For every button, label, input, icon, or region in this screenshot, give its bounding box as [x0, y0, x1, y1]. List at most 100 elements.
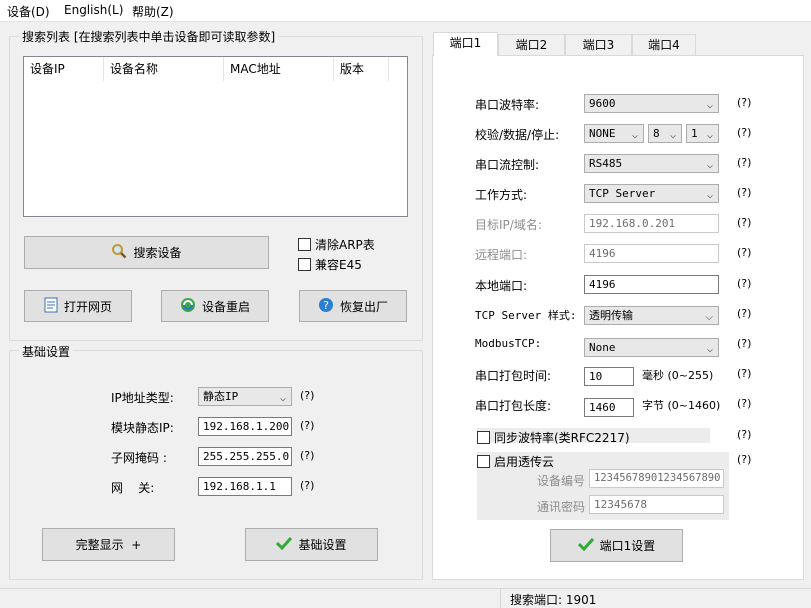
svg-text:?: ?	[323, 299, 329, 312]
column-device-ip[interactable]: 设备IP	[24, 57, 104, 81]
ip-type-help[interactable]: (?)	[300, 389, 314, 402]
stop-bits-select[interactable]: 1 ⌵	[686, 124, 719, 143]
parity-value: NONE	[589, 127, 616, 140]
parity-select[interactable]: NONE ⌵	[584, 124, 644, 143]
cloud-help[interactable]: (?)	[737, 453, 751, 466]
remote-port-input[interactable]: 4196	[584, 244, 719, 263]
modbus-label: ModbusTCP:	[475, 337, 542, 350]
factory-reset-label: 恢复出厂	[339, 299, 388, 314]
device-list[interactable]: 设备IP 设备名称 MAC地址 版本	[23, 56, 408, 217]
cloud-enable-box[interactable]	[477, 455, 490, 468]
refresh-icon	[180, 297, 196, 316]
target-input[interactable]: 192.168.0.201	[584, 214, 719, 233]
restart-device-button[interactable]: 设备重启	[161, 290, 269, 322]
static-ip-help[interactable]: (?)	[300, 419, 314, 432]
compat-e45-box[interactable]	[298, 258, 311, 271]
modbus-select[interactable]: None ⌵	[584, 338, 719, 357]
parity-help[interactable]: (?)	[737, 126, 751, 139]
comm-pwd-label: 通讯密码	[537, 500, 586, 514]
basic-settings-button[interactable]: 基础设置	[245, 528, 378, 561]
checkmark-icon	[276, 536, 293, 553]
help-circle-icon: ?	[318, 297, 334, 316]
gateway-input[interactable]: 192.168.1.1	[198, 477, 292, 496]
search-group-title: 搜索列表 [在搜索列表中单击设备即可读取参数]	[19, 28, 279, 45]
tab-port1[interactable]: 端口1	[433, 32, 498, 56]
clear-arp-box[interactable]	[298, 238, 311, 251]
target-help[interactable]: (?)	[737, 216, 751, 229]
baud-help[interactable]: (?)	[737, 96, 751, 109]
column-mac[interactable]: MAC地址	[224, 57, 334, 81]
column-device-name[interactable]: 设备名称	[104, 57, 224, 81]
chevron-down-icon: ⌵	[279, 393, 286, 404]
sync-baud-help[interactable]: (?)	[737, 428, 751, 441]
menu-english[interactable]: English(L)	[64, 3, 123, 17]
chevron-down-icon: ⌵	[706, 100, 713, 111]
chevron-down-icon: ⌵	[706, 160, 713, 171]
mode-select[interactable]: TCP Server ⌵	[584, 184, 719, 203]
menu-bar: 设备(D) English(L) 帮助(Z)	[0, 0, 811, 22]
factory-reset-button[interactable]: ? 恢复出厂	[299, 290, 407, 322]
gateway-label: 网 关:	[111, 481, 155, 495]
pack-len-input[interactable]: 1460	[584, 398, 634, 417]
subnet-label: 子网掩码 :	[111, 451, 167, 465]
subnet-input[interactable]: 255.255.255.0	[198, 447, 292, 466]
open-web-button[interactable]: 打开网页	[24, 290, 132, 322]
local-port-help[interactable]: (?)	[737, 277, 751, 290]
remote-port-label: 远程端口:	[475, 248, 528, 262]
sync-baud-label: 同步波特率(类RFC2217)	[494, 431, 630, 445]
pack-time-help[interactable]: (?)	[737, 367, 751, 380]
tab-port3[interactable]: 端口3	[565, 34, 632, 55]
search-port-status: 搜索端口: 1901	[510, 593, 597, 607]
restart-device-label: 设备重启	[201, 299, 250, 314]
static-ip-input[interactable]: 192.168.1.200	[198, 417, 292, 436]
menu-device[interactable]: 设备(D)	[7, 3, 50, 20]
baud-select[interactable]: 9600 ⌵	[584, 94, 719, 113]
chevron-down-icon: ⌵	[706, 190, 713, 201]
full-display-button[interactable]: 完整显示 +	[42, 528, 175, 561]
local-port-label: 本地端口:	[475, 279, 528, 293]
ip-type-select[interactable]: 静态IP ⌵	[198, 387, 292, 406]
modbus-help[interactable]: (?)	[737, 337, 751, 350]
device-no-input[interactable]: 12345678901234567890	[589, 469, 724, 488]
mode-help[interactable]: (?)	[737, 186, 751, 199]
mode-label: 工作方式:	[475, 188, 528, 202]
mode-value: TCP Server	[589, 187, 656, 200]
tcp-style-help[interactable]: (?)	[737, 307, 751, 320]
pack-time-unit: 毫秒 (0~255)	[642, 369, 714, 382]
data-bits-select[interactable]: 8 ⌵	[648, 124, 682, 143]
tab-port4[interactable]: 端口4	[632, 34, 696, 55]
menu-help[interactable]: 帮助(Z)	[132, 3, 174, 20]
compat-e45-label: 兼容E45	[315, 258, 362, 272]
sync-baud-checkbox[interactable]: 同步波特率(类RFC2217)	[477, 429, 630, 446]
local-port-input[interactable]: 4196	[584, 275, 719, 294]
tcp-style-label: TCP Server 样式:	[475, 309, 577, 322]
tab-port2[interactable]: 端口2	[498, 34, 565, 55]
clear-arp-label: 清除ARP表	[315, 238, 375, 252]
status-divider	[500, 589, 501, 608]
pack-len-unit: 字节 (0~1460)	[642, 399, 721, 412]
flow-value: RS485	[589, 157, 623, 170]
pack-len-help[interactable]: (?)	[737, 397, 751, 410]
tcp-style-select[interactable]: 透明传输 ⌵	[584, 306, 719, 325]
pack-time-input[interactable]: 10	[584, 367, 634, 386]
document-icon	[44, 297, 58, 316]
pack-len-label: 串口打包长度:	[475, 399, 552, 413]
compat-e45-checkbox[interactable]: 兼容E45	[298, 256, 362, 273]
gateway-help[interactable]: (?)	[300, 479, 314, 492]
remote-port-help[interactable]: (?)	[737, 246, 751, 259]
sync-baud-box[interactable]	[477, 431, 490, 444]
port-settings-button[interactable]: 端口1设置	[550, 529, 683, 562]
cloud-enable-checkbox[interactable]: 启用透传云	[477, 453, 554, 470]
search-device-button[interactable]: 搜索设备	[24, 236, 269, 269]
flow-help[interactable]: (?)	[737, 156, 751, 169]
clear-arp-checkbox[interactable]: 清除ARP表	[298, 236, 375, 253]
chevron-down-icon: ⌵	[631, 130, 638, 141]
subnet-help[interactable]: (?)	[300, 449, 314, 462]
comm-pwd-input[interactable]: 12345678	[589, 495, 724, 514]
static-ip-label: 模块静态IP:	[111, 421, 174, 435]
column-version[interactable]: 版本	[334, 57, 389, 81]
baud-value: 9600	[589, 97, 616, 110]
flow-select[interactable]: RS485 ⌵	[584, 154, 719, 173]
device-no-label: 设备编号	[537, 474, 586, 488]
chevron-down-icon: ⌵	[706, 130, 713, 141]
